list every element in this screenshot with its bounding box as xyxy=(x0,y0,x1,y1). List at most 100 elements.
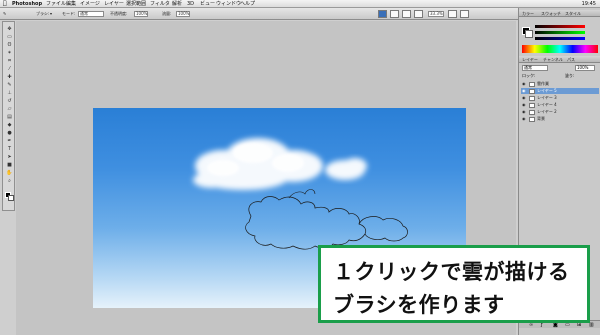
layer-thumbnail xyxy=(529,102,535,108)
menu-select[interactable]: 選択範囲 xyxy=(126,0,146,7)
brush-outline-path xyxy=(245,196,367,250)
flow-label: 流量: xyxy=(162,11,172,16)
layer-row[interactable]: ◉ 雲作業 xyxy=(521,81,599,87)
app-menu[interactable]: Photoshop xyxy=(12,0,42,7)
layer-thumbnail xyxy=(529,95,535,101)
lasso-tool-icon[interactable]: ʘ xyxy=(5,42,14,48)
menu-image[interactable]: イメージ xyxy=(80,0,100,7)
layer-opacity-field[interactable]: 100% xyxy=(575,65,595,71)
color-panel-tabs: カラー スウォッチ スタイル xyxy=(519,10,600,17)
layer-row[interactable]: ◉ レイヤー 4 xyxy=(521,102,599,108)
eye-icon[interactable]: ◉ xyxy=(522,110,526,114)
brush-tool-icon[interactable]: ✎ xyxy=(3,11,6,17)
menu-help[interactable]: ヘルプ xyxy=(240,0,255,7)
menu-window[interactable]: ウィンドウ xyxy=(216,0,241,7)
hand-button[interactable] xyxy=(402,10,411,18)
caption-box: １クリックで雲が描ける ブラシを作ります xyxy=(318,245,590,323)
gradient-icon[interactable]: ▤ xyxy=(5,114,14,120)
opacity-field[interactable]: 100% xyxy=(134,11,148,17)
background-color-swatch[interactable] xyxy=(8,195,14,201)
eye-icon[interactable]: ◉ xyxy=(522,103,526,107)
menu-3d[interactable]: 3D xyxy=(187,0,194,7)
magic-wand-icon[interactable]: ✶ xyxy=(5,50,14,56)
history-brush-icon[interactable]: ↺ xyxy=(5,98,14,104)
layer-thumbnail xyxy=(529,81,535,87)
tab-channels[interactable]: チャンネル xyxy=(543,56,563,63)
layer-name: 雲作業 xyxy=(537,81,549,86)
flow-field[interactable]: 100% xyxy=(176,11,190,17)
eraser-icon[interactable]: ▱ xyxy=(5,106,14,112)
type-tool-icon[interactable]: T xyxy=(5,146,14,152)
menu-view[interactable]: ビュー xyxy=(200,0,215,7)
caption-line-2: ブラシを作ります xyxy=(333,293,505,317)
blend-mode-select[interactable]: 通常 xyxy=(522,65,548,71)
layer-thumbnail xyxy=(529,88,535,94)
layers-panel-tabs: レイヤー チャンネル パス xyxy=(519,56,600,63)
zoom-field[interactable]: 33.3% xyxy=(428,11,444,17)
layer-row[interactable]: ◉ レイヤー 2 xyxy=(521,109,599,115)
zoom-tool-icon[interactable]: ⌕ xyxy=(5,178,14,184)
layer-thumbnail xyxy=(529,109,535,115)
brush-label: ブラシ: xyxy=(36,11,50,16)
eye-icon[interactable]: ◉ xyxy=(522,96,526,100)
eye-icon[interactable]: ◉ xyxy=(522,117,526,121)
tab-color[interactable]: カラー xyxy=(522,10,534,17)
tab-layers[interactable]: レイヤー xyxy=(522,56,538,63)
healing-tool-icon[interactable]: ✚ xyxy=(5,74,14,80)
red-slider[interactable] xyxy=(535,25,585,28)
eyedropper-icon[interactable]: ⁄ xyxy=(5,66,14,72)
brush-tool-icon[interactable]: ✎ xyxy=(5,82,14,88)
menu-filter[interactable]: フィルタ xyxy=(150,0,170,7)
menu-bar:  Photoshop ファイル 編集 イメージ レイヤー 選択範囲 フィルタ … xyxy=(0,0,600,8)
layer-row[interactable]: ◉ レイヤー 3 xyxy=(521,95,599,101)
layer-name: レイヤー 3 xyxy=(537,95,557,100)
zoom-button[interactable] xyxy=(414,10,423,18)
layer-row[interactable]: ◉ レイヤー 5 xyxy=(521,88,599,94)
lock-label: ロック: xyxy=(522,73,536,78)
menu-analysis[interactable]: 解析 xyxy=(172,0,182,7)
marquee-tool-icon[interactable]: ▭ xyxy=(5,34,14,40)
move-tool-icon[interactable]: ✥ xyxy=(5,26,14,32)
layer-row[interactable]: ◉ 背景 xyxy=(521,116,599,122)
mode-label: モード: xyxy=(62,11,76,16)
clock: 19:45 xyxy=(581,1,596,7)
view-button[interactable] xyxy=(460,10,469,18)
layer-name: レイヤー 5 xyxy=(537,88,557,93)
dodge-tool-icon[interactable]: ● xyxy=(5,130,14,136)
menu-layer[interactable]: レイヤー xyxy=(104,0,124,7)
toolbox: ✥ ▭ ʘ ✶ ⌗ ⁄ ✚ ✎ ⊥ ↺ ▱ ▤ ◆ ● ✒ T ➤ ■ ✋ ⌕ xyxy=(2,21,15,211)
hand-tool-icon[interactable]: ✋ xyxy=(5,170,14,176)
tab-swatches[interactable]: スウォッチ xyxy=(541,10,561,17)
brush-preset-picker[interactable]: ▾ xyxy=(50,11,52,17)
stamp-tool-icon[interactable]: ⊥ xyxy=(5,90,14,96)
screen-mode-button[interactable] xyxy=(378,10,387,18)
fill-label: 塗り: xyxy=(565,73,575,78)
layer-name: レイヤー 4 xyxy=(537,102,557,107)
cloud-small xyxy=(325,158,367,180)
grid-button[interactable] xyxy=(448,10,457,18)
menu-file[interactable]: ファイル xyxy=(46,0,66,7)
apple-icon[interactable]:  xyxy=(3,0,7,7)
crop-tool-icon[interactable]: ⌗ xyxy=(5,58,14,64)
pen-tool-icon[interactable]: ✒ xyxy=(5,138,14,144)
mode-select[interactable]: 通常 xyxy=(78,11,104,17)
blur-tool-icon[interactable]: ◆ xyxy=(5,122,14,128)
layer-name: レイヤー 2 xyxy=(537,109,557,114)
arrange-button[interactable] xyxy=(390,10,399,18)
layer-name: 背景 xyxy=(537,116,545,121)
blue-slider[interactable] xyxy=(535,37,585,40)
tab-styles[interactable]: スタイル xyxy=(565,10,581,17)
eye-icon[interactable]: ◉ xyxy=(522,82,526,86)
path-select-icon[interactable]: ➤ xyxy=(5,154,14,160)
tab-paths[interactable]: パス xyxy=(567,56,575,63)
panel-background-swatch[interactable] xyxy=(525,30,533,38)
eye-icon[interactable]: ◉ xyxy=(522,89,526,93)
opacity-label: 不透明度: xyxy=(110,11,128,16)
green-slider[interactable] xyxy=(535,31,585,34)
options-bar: ✎ ブラシ: ▾ モード: 通常 不透明度: 100% 流量: 100% 33.… xyxy=(0,8,600,20)
caption-line-1: １クリックで雲が描ける xyxy=(333,260,570,284)
menu-edit[interactable]: 編集 xyxy=(66,0,76,7)
color-spectrum[interactable] xyxy=(522,45,598,53)
shape-tool-icon[interactable]: ■ xyxy=(5,162,14,168)
layer-thumbnail xyxy=(529,116,535,122)
